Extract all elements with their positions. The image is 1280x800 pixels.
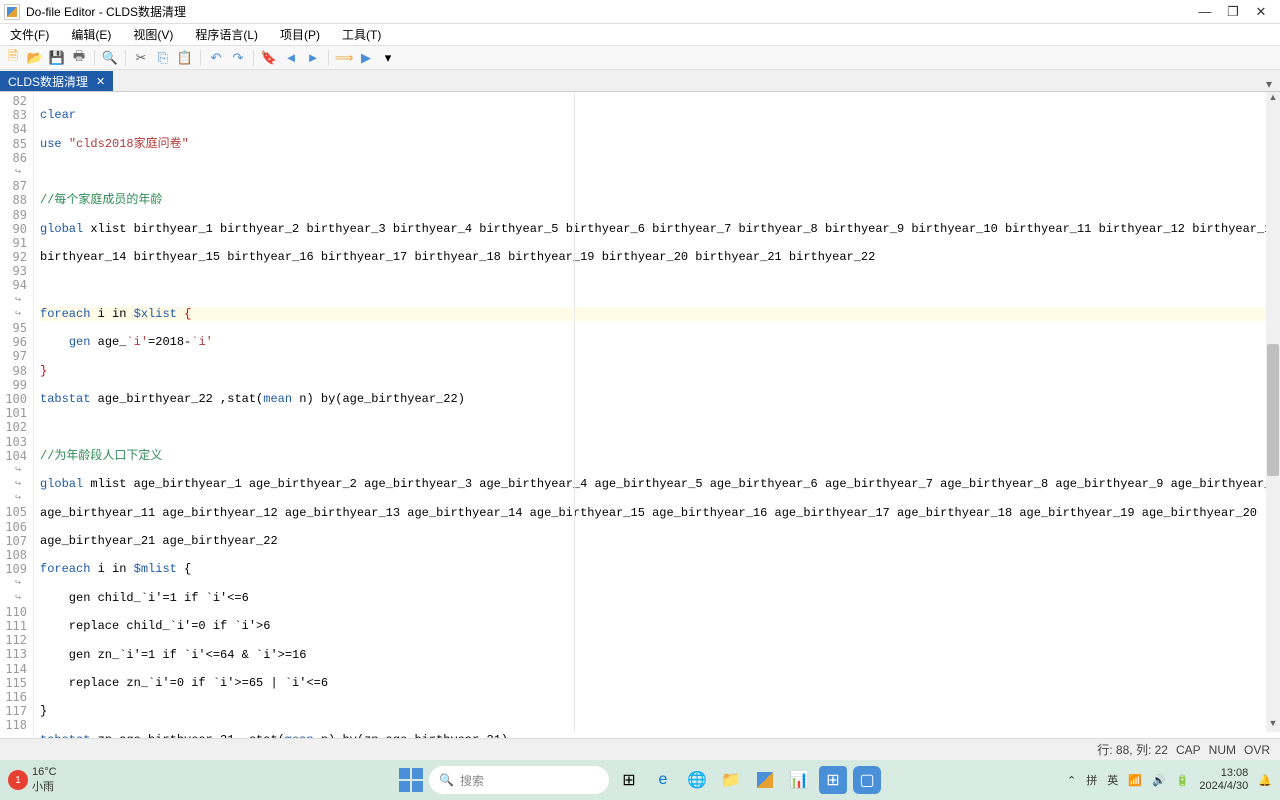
clock[interactable]: 13:08 2024/4/30: [1199, 767, 1248, 793]
app-icon-2[interactable]: 📊: [785, 766, 813, 794]
open-icon[interactable]: 📂: [26, 49, 44, 67]
battery-icon[interactable]: 🔋: [1176, 774, 1190, 787]
bookmark-prev-icon[interactable]: ◄: [282, 49, 300, 67]
clock-date: 2024/4/30: [1199, 780, 1248, 793]
chrome-icon[interactable]: 🌐: [683, 766, 711, 794]
execute-dropdown-icon[interactable]: ▾: [379, 49, 397, 67]
menu-bar: 文件(F) 编辑(E) 视图(V) 程序语言(L) 项目(P) 工具(T): [0, 24, 1280, 46]
find-icon[interactable]: 🔍: [101, 49, 119, 67]
status-bar: 行: 88, 列: 22 CAP NUM OVR: [0, 738, 1280, 760]
scroll-down-icon[interactable]: ▼: [1266, 718, 1280, 732]
weather-cond: 小雨: [32, 778, 57, 794]
tab-label: CLDS数据清理: [8, 73, 88, 90]
vertical-scrollbar[interactable]: ▲ ▼: [1266, 92, 1280, 732]
clock-time: 13:08: [1199, 767, 1248, 780]
code-area[interactable]: clear use "clds2018家庭问卷" //每个家庭成员的年龄 glo…: [34, 92, 1280, 754]
explorer-icon[interactable]: 📁: [717, 766, 745, 794]
scroll-up-icon[interactable]: ▲: [1266, 92, 1280, 106]
taskbar: 1 16°C 小雨 🔍 搜索 ⊞ e 🌐 📁 📊 ⊞ ▢ ⌃ 拼 英 📶 🔊 🔋…: [0, 760, 1280, 800]
search-placeholder: 搜索: [460, 772, 484, 789]
bookmark-next-icon[interactable]: ►: [304, 49, 322, 67]
title-bar: Do-file Editor - CLDS数据清理 — ❐ ✕: [0, 0, 1280, 24]
weather-widget[interactable]: 1 16°C 小雨: [8, 766, 57, 794]
menu-project[interactable]: 项目(P): [276, 24, 324, 45]
search-icon: 🔍: [439, 773, 454, 787]
app-icon-3[interactable]: ⊞: [819, 766, 847, 794]
tab-file[interactable]: CLDS数据清理 ✕: [0, 71, 113, 91]
ime-lang[interactable]: 英: [1107, 772, 1118, 788]
volume-icon[interactable]: 🔊: [1152, 774, 1166, 787]
separator: [125, 50, 126, 66]
close-button[interactable]: ✕: [1254, 5, 1268, 19]
menu-lang[interactable]: 程序语言(L): [191, 24, 262, 45]
copy-icon[interactable]: ⎘: [154, 49, 172, 67]
window-title: Do-file Editor - CLDS数据清理: [26, 3, 1198, 20]
run-icon[interactable]: ⟹: [335, 49, 353, 67]
menu-view[interactable]: 视图(V): [129, 24, 177, 45]
weather-temp: 16°C: [32, 766, 57, 778]
separator: [200, 50, 201, 66]
save-icon[interactable]: 💾: [48, 49, 66, 67]
system-tray: ⌃ 拼 英 📶 🔊 🔋 13:08 2024/4/30 🔔: [1067, 767, 1272, 793]
stata-icon[interactable]: [751, 766, 779, 794]
tab-menu-icon[interactable]: ▾: [1258, 77, 1280, 91]
tab-bar: CLDS数据清理 ✕ ▾: [0, 70, 1280, 92]
separator: [253, 50, 254, 66]
restore-button[interactable]: ❐: [1226, 5, 1240, 19]
separator: [94, 50, 95, 66]
editor[interactable]: 82 83 84 85 86 87 88 89 90 91 92 93 94 9…: [0, 92, 1280, 754]
toolbar: 🗎 📂 💾 🖶 🔍 ✂ ⎘ 📋 ↶ ↷ 🔖 ◄ ► ⟹ ▶ ▾: [0, 46, 1280, 70]
tab-close-icon[interactable]: ✕: [96, 75, 105, 88]
paste-icon[interactable]: 📋: [176, 49, 194, 67]
print-icon[interactable]: 🖶: [70, 49, 88, 67]
cut-icon[interactable]: ✂: [132, 49, 150, 67]
edge-icon[interactable]: e: [649, 766, 677, 794]
new-icon[interactable]: 🗎: [4, 49, 22, 67]
redo-icon[interactable]: ↷: [229, 49, 247, 67]
menu-tools[interactable]: 工具(T): [338, 24, 385, 45]
notifications-icon[interactable]: 🔔: [1258, 774, 1272, 787]
caps-indicator: CAP: [1176, 743, 1201, 757]
menu-edit[interactable]: 编辑(E): [67, 24, 115, 45]
minimize-button[interactable]: —: [1198, 5, 1212, 19]
taskview-icon[interactable]: ⊞: [615, 766, 643, 794]
app-icon: [4, 4, 20, 20]
num-indicator: NUM: [1209, 743, 1236, 757]
start-button[interactable]: [399, 768, 423, 792]
app-icon-4[interactable]: ▢: [853, 766, 881, 794]
bookmark-icon[interactable]: 🔖: [260, 49, 278, 67]
scroll-thumb[interactable]: [1267, 344, 1279, 476]
undo-icon[interactable]: ↶: [207, 49, 225, 67]
cursor-position: 行: 88, 列: 22: [1097, 741, 1168, 758]
search-box[interactable]: 🔍 搜索: [429, 766, 609, 794]
weather-icon: 1: [8, 770, 28, 790]
ime-indicator[interactable]: 拼: [1086, 772, 1097, 788]
line-gutter: 82 83 84 85 86 87 88 89 90 91 92 93 94 9…: [0, 92, 34, 754]
tray-chevron-icon[interactable]: ⌃: [1067, 774, 1076, 787]
wifi-icon[interactable]: 📶: [1128, 774, 1142, 787]
execute-icon[interactable]: ▶: [357, 49, 375, 67]
ovr-indicator: OVR: [1244, 743, 1270, 757]
separator: [328, 50, 329, 66]
page-width-guide: [574, 92, 575, 732]
menu-file[interactable]: 文件(F): [6, 24, 53, 45]
